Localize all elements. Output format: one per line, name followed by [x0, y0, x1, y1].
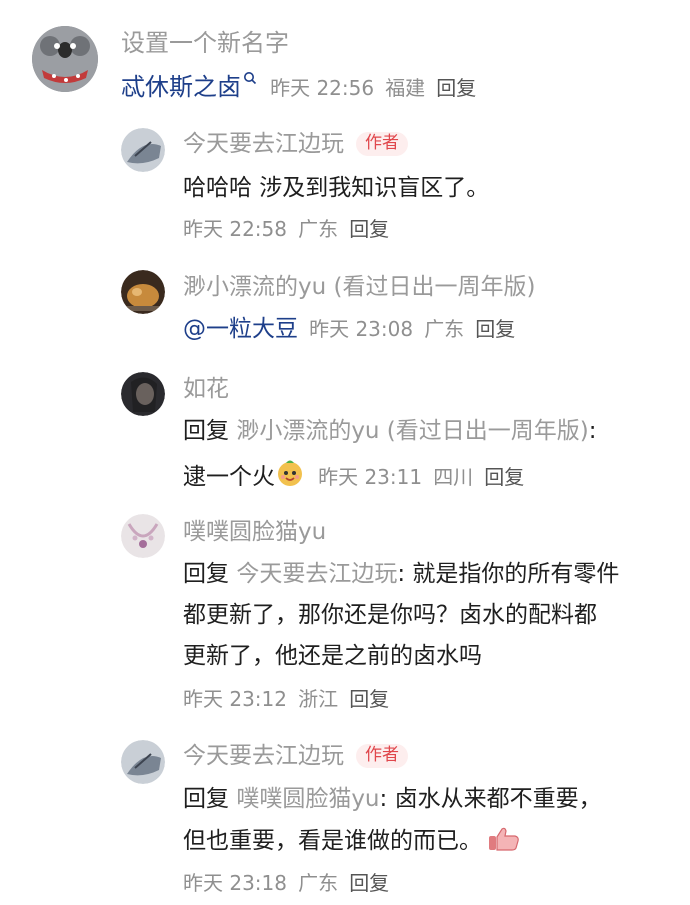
reply-button[interactable]: 回复 [349, 217, 389, 241]
reply-username[interactable]: 噗噗圆脸猫yu [183, 519, 326, 545]
avatar[interactable] [121, 270, 165, 314]
reply-button[interactable]: 回复 [349, 871, 389, 895]
reply-line: 逮一个火 昨天 23:11 四川 回复 [183, 458, 524, 492]
necklace-avatar-icon [121, 514, 165, 558]
reply-text: 逮一个火 [183, 464, 275, 490]
reply-text-line: 回复 今天要去江边玩: 就是指你的所有零件 [183, 561, 619, 587]
portrait-avatar-icon [121, 372, 165, 416]
author-badge: 作者 [356, 744, 408, 768]
cat-avatar-icon [121, 270, 165, 314]
reply-text-line: 回复 噗噗圆脸猫yu: 卤水从来都不重要， [183, 786, 602, 812]
comment-text: 忒休斯之卤 [121, 73, 241, 101]
reply-username[interactable]: 渺小漂流的yu (看过日出一周年版) [183, 274, 535, 300]
mention-link[interactable]: @一粒大豆 [183, 316, 298, 342]
reply-text: : 卤水从来都不重要， [379, 786, 602, 812]
reply-prefix: 回复 [183, 786, 229, 812]
reply-line: @一粒大豆 昨天 23:08 广东 回复 [183, 316, 515, 342]
author-avatar-icon [121, 740, 165, 784]
comment-username[interactable]: 设置一个新名字 [121, 29, 289, 58]
reply-target-user[interactable]: 今天要去江边玩 [236, 561, 397, 587]
comment-time: 昨天 22:56 [270, 76, 375, 100]
avatar[interactable] [121, 740, 165, 784]
reply-button[interactable]: 回复 [484, 465, 524, 489]
reply-time: 昨天 23:18 [183, 871, 287, 895]
reply-prefix: 回复 [183, 418, 229, 444]
reply-prefix: 回复 [183, 561, 229, 587]
reply-location: 广东 [298, 217, 339, 241]
reply-header: 今天要去江边玩 作者 [183, 743, 408, 769]
comment-line: 忒休斯之卤 昨天 22:56 福建 回复 [121, 71, 476, 102]
reply-meta: 昨天 22:58 广东 回复 [183, 218, 389, 241]
koala-avatar-icon [32, 26, 98, 92]
reply-time: 昨天 22:58 [183, 217, 287, 241]
reply-location: 广东 [298, 871, 339, 895]
reply-username[interactable]: 今天要去江边玩 [183, 743, 344, 769]
reply-target-user[interactable]: 渺小漂流的yu (看过日出一周年版) [236, 418, 588, 444]
reply-text: 都更新了，那你还是你吗？卤水的配料都 [183, 602, 597, 628]
thumbs-up-emoji-icon [487, 826, 521, 856]
reply-text: 但也重要，看是谁做的而已。 [183, 828, 482, 854]
reply-header: 今天要去江边玩 作者 [183, 131, 408, 157]
reply-location: 四川 [433, 465, 474, 489]
reply-line: 但也重要，看是谁做的而已。 [183, 826, 521, 856]
author-avatar-icon [121, 128, 165, 172]
reply-username[interactable]: 如花 [183, 376, 229, 402]
avatar[interactable] [121, 372, 165, 416]
reply-text: 更新了，他还是之前的卤水吗 [183, 643, 482, 669]
reply-target-user[interactable]: 噗噗圆脸猫yu [236, 786, 379, 812]
reply-username[interactable]: 今天要去江边玩 [183, 131, 344, 157]
reply-location: 浙江 [298, 687, 339, 711]
avatar[interactable] [32, 26, 98, 92]
search-icon[interactable] [243, 71, 257, 85]
reply-text-line: 回复 渺小漂流的yu (看过日出一周年版): [183, 418, 597, 444]
reply-time: 昨天 23:11 [318, 465, 423, 489]
reply-button[interactable]: 回复 [475, 317, 515, 341]
author-badge: 作者 [356, 132, 408, 156]
reply-meta: 昨天 23:18 广东 回复 [183, 872, 389, 895]
reply-text: 哈哈哈 涉及到我知识盲区了。 [183, 175, 490, 201]
avatar[interactable] [121, 514, 165, 558]
avatar[interactable] [121, 128, 165, 172]
reply-button[interactable]: 回复 [349, 687, 389, 711]
reply-time: 昨天 23:12 [183, 687, 287, 711]
reply-location: 广东 [424, 317, 465, 341]
comment-location: 福建 [385, 76, 426, 100]
reply-colon: : [588, 418, 597, 444]
reply-time: 昨天 23:08 [309, 317, 414, 341]
reply-text: : 就是指你的所有零件 [397, 561, 620, 587]
cute-face-emoji-icon [275, 458, 305, 492]
reply-meta: 昨天 23:12 浙江 回复 [183, 688, 389, 711]
reply-button[interactable]: 回复 [436, 76, 476, 100]
